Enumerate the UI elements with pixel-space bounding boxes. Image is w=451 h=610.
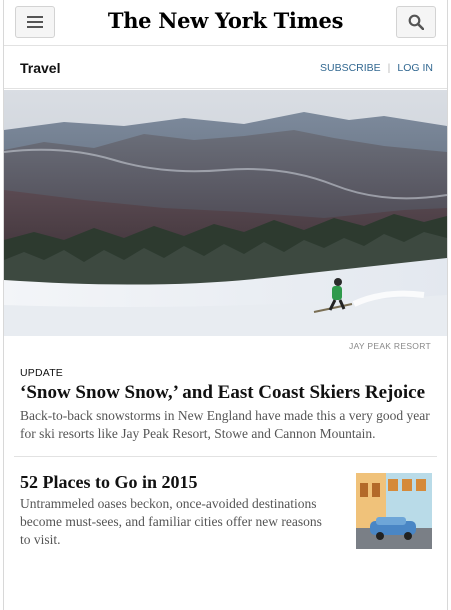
nyt-logo[interactable]: The New York Times — [4, 8, 447, 33]
section-title[interactable]: Travel — [20, 60, 60, 76]
story-kicker: UPDATE — [20, 367, 64, 379]
account-links: SUBSCRIBE | LOG IN — [320, 62, 433, 74]
second-story-headline[interactable]: 52 Places to Go in 2015 — [20, 471, 330, 493]
second-story-summary: Untrammeled oases beckon, once-avoided d… — [20, 496, 322, 547]
second-story-text: 52 Places to Go in 2015 Untrammeled oase… — [20, 471, 330, 549]
hero-image[interactable] — [4, 90, 447, 336]
second-story-thumbnail[interactable] — [356, 473, 432, 549]
page-frame: The New York Times Travel SUBSCRIBE | LO… — [3, 0, 448, 610]
lead-story-headline[interactable]: ‘Snow Snow Snow,’ and East Coast Skiers … — [20, 381, 431, 404]
subscribe-link[interactable]: SUBSCRIBE — [320, 62, 381, 74]
link-separator: | — [387, 62, 391, 74]
lead-story[interactable]: UPDATE ‘Snow Snow Snow,’ and East Coast … — [4, 359, 447, 443]
search-button[interactable] — [396, 6, 436, 38]
login-link[interactable]: LOG IN — [397, 62, 433, 74]
second-story[interactable]: 52 Places to Go in 2015 Untrammeled oase… — [4, 457, 447, 561]
lead-story-summary: Back-to-back snowstorms in New England h… — [20, 408, 430, 441]
top-bar: The New York Times — [4, 0, 447, 46]
search-icon — [408, 14, 424, 30]
thumbnail-photo-street — [356, 473, 432, 549]
hero-photo-ski-slope — [4, 90, 447, 336]
section-header: Travel SUBSCRIBE | LOG IN — [4, 46, 447, 89]
photo-credit: JAY PEAK RESORT — [349, 341, 431, 351]
